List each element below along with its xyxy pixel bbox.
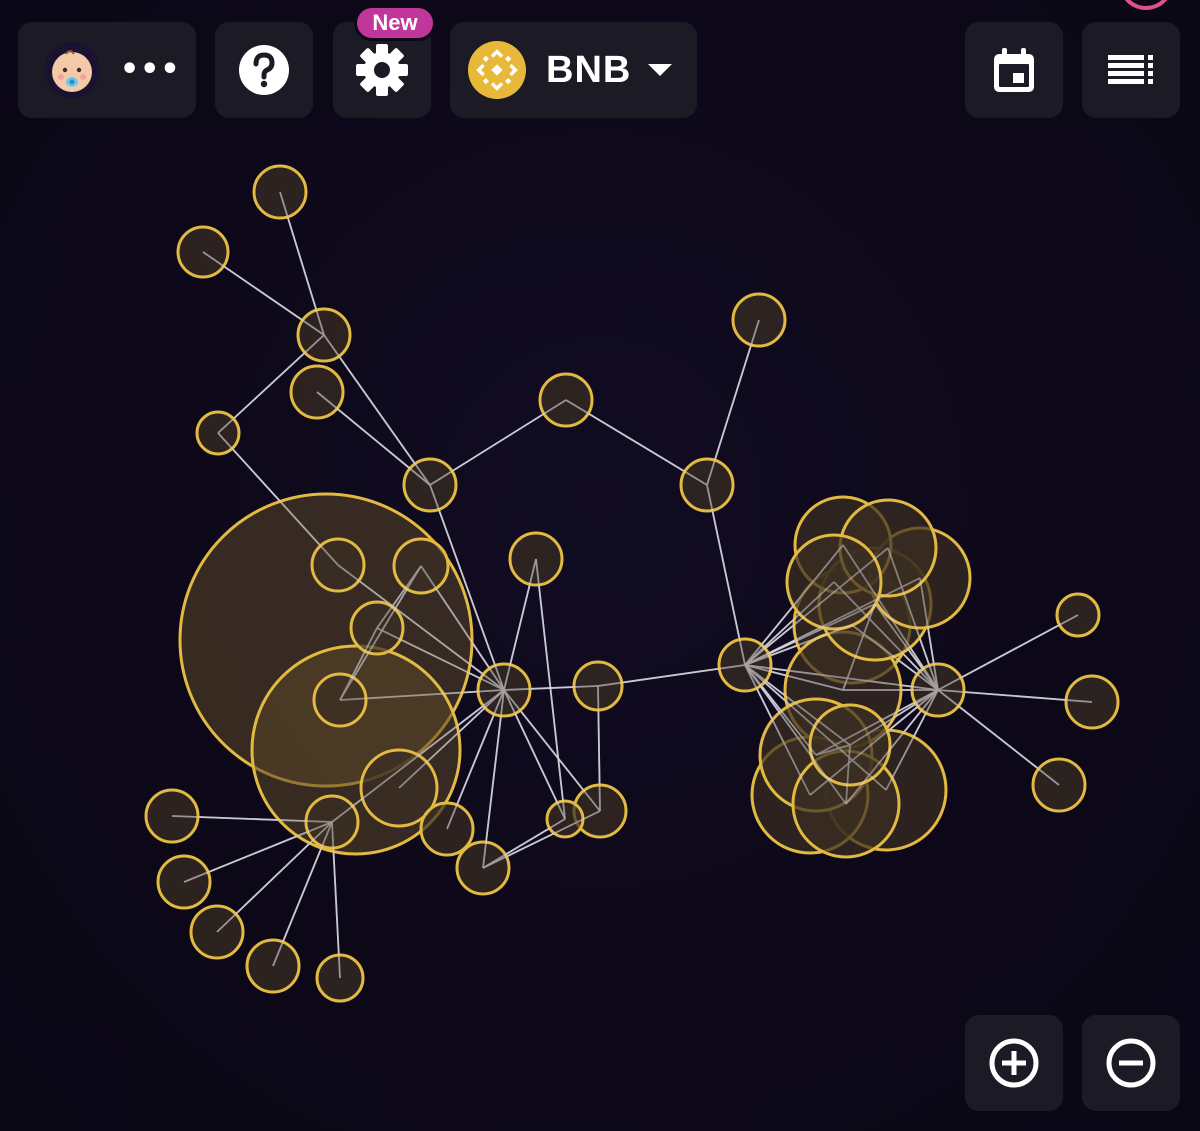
graph-edge — [216, 821, 333, 933]
graph-edge — [272, 821, 333, 967]
help-button[interactable] — [215, 22, 313, 118]
gear-icon — [356, 44, 408, 96]
bubble-map-app: ••• New BNB — [0, 0, 1200, 1131]
graph-edge — [482, 810, 601, 869]
new-badge: New — [354, 5, 436, 41]
graph-edge — [279, 191, 325, 336]
graph-edge — [565, 399, 708, 486]
graph-edge — [937, 614, 1079, 691]
baby-face-icon — [44, 42, 100, 98]
caret-down-icon — [648, 64, 673, 76]
profile-button[interactable]: ••• — [18, 22, 196, 118]
list-button[interactable] — [1082, 22, 1180, 118]
question-circle-icon — [239, 45, 289, 95]
graph-edge — [937, 689, 1060, 786]
graph-edge — [706, 484, 746, 666]
chain-selector-button[interactable]: BNB — [450, 22, 697, 118]
bubble-map-graph[interactable] — [0, 0, 1200, 1131]
graph-edge — [706, 319, 760, 486]
plus-circle-icon — [989, 1038, 1039, 1088]
zoom-out-button[interactable] — [1082, 1015, 1180, 1111]
list-icon — [1108, 55, 1153, 84]
chain-label: BNB — [546, 48, 632, 91]
graph-edge — [202, 251, 325, 336]
graph-edge — [429, 399, 567, 486]
bnb-logo-icon — [468, 41, 526, 99]
zoom-in-button[interactable] — [965, 1015, 1063, 1111]
graph-nodes — [144, 164, 1120, 1003]
graph-edge — [183, 821, 333, 883]
calendar-button[interactable] — [965, 22, 1063, 118]
minus-circle-icon — [1106, 1038, 1156, 1088]
calendar-icon — [994, 48, 1034, 92]
more-options-dots: ••• — [120, 52, 181, 87]
